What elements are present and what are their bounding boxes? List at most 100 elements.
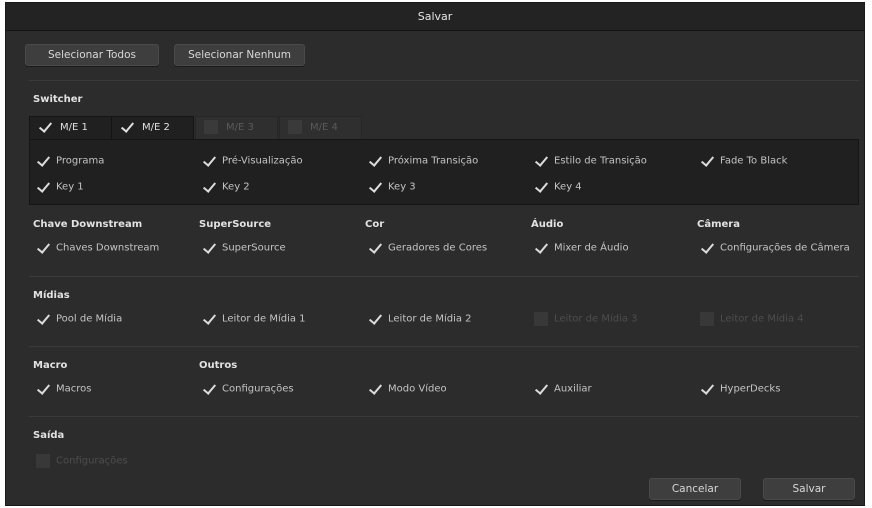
media-title: Mídias — [33, 290, 70, 301]
checkbox-label: Pool de Mídia — [56, 313, 123, 325]
empty-checkbox-icon — [700, 312, 714, 326]
color-title: Cor — [365, 219, 385, 230]
checkbox-media-player-4: Leitor de Mídia 4 — [700, 312, 804, 326]
divider — [29, 276, 859, 277]
checkbox-label: SuperSource — [222, 242, 286, 254]
checkbox-label: Leitor de Mídia 3 — [554, 313, 638, 325]
checkbox-audio-mixer[interactable]: Mixer de Áudio — [534, 241, 629, 255]
checkmark-icon — [202, 312, 216, 326]
checkbox-label: Key 3 — [388, 181, 416, 193]
divider — [29, 346, 859, 347]
checkbox-color-generators[interactable]: Geradores de Cores — [368, 241, 487, 255]
checkbox-video-mode[interactable]: Modo Vídeo — [368, 382, 447, 396]
checkmark-icon — [700, 241, 714, 255]
output-title: Saída — [33, 430, 65, 441]
tab-me3[interactable]: M/E 3 — [195, 116, 278, 139]
select-all-button[interactable]: Selecionar Todos — [25, 44, 159, 66]
checkbox-label: Leitor de Mídia 1 — [222, 313, 306, 325]
checkbox-key-3[interactable]: Key 3 — [368, 180, 416, 194]
checkmark-icon — [202, 180, 216, 194]
checkbox-label: Mixer de Áudio — [554, 242, 629, 254]
checkbox-media-pool[interactable]: Pool de Mídia — [36, 312, 122, 326]
checkbox-label: Configurações de Câmera — [720, 242, 850, 254]
checkmark-icon — [534, 241, 548, 255]
checkbox-label: Key 4 — [554, 181, 582, 193]
checkbox-proxima-transicao[interactable]: Próxima Transição — [368, 154, 478, 168]
checkbox-label: Modo Vídeo — [388, 383, 447, 395]
checkbox-label: Estilo de Transição — [554, 155, 647, 167]
checkbox-media-player-3: Leitor de Mídia 3 — [534, 312, 638, 326]
checkbox-auxiliary[interactable]: Auxiliar — [534, 382, 592, 396]
checkbox-label: Programa — [56, 155, 105, 167]
audio-title: Áudio — [531, 219, 564, 230]
empty-checkbox-icon — [36, 454, 50, 468]
switcher-panel — [29, 139, 859, 205]
select-none-button[interactable]: Selecionar Nenhum — [174, 44, 305, 66]
tab-label: M/E 4 — [310, 122, 338, 133]
save-dialog: Salvar Selecionar Todos Selecionar Nenhu… — [5, 2, 865, 506]
tab-label: M/E 1 — [60, 122, 88, 133]
checkmark-icon — [368, 312, 382, 326]
tab-label: M/E 3 — [226, 122, 254, 133]
checkmark-icon — [368, 241, 382, 255]
checkbox-label: Fade To Black — [720, 155, 788, 167]
checkmark-icon — [700, 382, 714, 396]
empty-checkbox-icon — [534, 312, 548, 326]
dialog-title: Salvar — [6, 3, 864, 31]
checkbox-macros[interactable]: Macros — [36, 382, 91, 396]
checkbox-label: Pré-Visualização — [222, 155, 303, 167]
checkbox-label: Configurações — [56, 455, 128, 467]
checkbox-label: Configurações — [222, 383, 294, 395]
checkbox-label: Chaves Downstream — [56, 242, 160, 254]
checkmark-icon — [36, 241, 50, 255]
checkmark-icon — [700, 154, 714, 168]
checkbox-label: HyperDecks — [720, 383, 781, 395]
checkbox-output-settings: Configurações — [36, 454, 128, 468]
switcher-title: Switcher — [33, 94, 83, 105]
camera-title: Câmera — [697, 219, 740, 230]
downstream-key-title: Chave Downstream — [33, 219, 143, 230]
checkbox-downstream-keys[interactable]: Chaves Downstream — [36, 241, 159, 255]
checkmark-icon — [36, 382, 50, 396]
checkbox-media-player-2[interactable]: Leitor de Mídia 2 — [368, 312, 472, 326]
checkmark-icon — [534, 382, 548, 396]
checkbox-label: Auxiliar — [554, 383, 592, 395]
others-title: Outros — [199, 360, 238, 371]
tab-me4[interactable]: M/E 4 — [279, 116, 362, 139]
checkbox-hyperdecks[interactable]: HyperDecks — [700, 382, 780, 396]
checkmark-icon — [36, 312, 50, 326]
checkbox-key-4[interactable]: Key 4 — [534, 180, 582, 194]
checkbox-fade-to-black[interactable]: Fade To Black — [700, 154, 787, 168]
checkmark-icon — [202, 241, 216, 255]
cancel-button[interactable]: Cancelar — [649, 478, 741, 500]
checkbox-label: Key 2 — [222, 181, 250, 193]
tab-me2[interactable]: M/E 2 — [111, 116, 194, 139]
checkbox-media-player-1[interactable]: Leitor de Mídia 1 — [202, 312, 306, 326]
checkbox-label: Macros — [56, 383, 92, 395]
checkbox-label: Geradores de Cores — [388, 242, 488, 254]
checkmark-icon — [36, 154, 50, 168]
checkmark-icon — [534, 180, 548, 194]
checkbox-programa[interactable]: Programa — [36, 154, 104, 168]
tab-me1[interactable]: M/E 1 — [29, 116, 112, 139]
checkmark-icon — [202, 154, 216, 168]
checkbox-supersource[interactable]: SuperSource — [202, 241, 286, 255]
checkmark-icon — [202, 382, 216, 396]
tab-label: M/E 2 — [142, 122, 170, 133]
checkbox-label: Leitor de Mídia 2 — [388, 313, 472, 325]
checkbox-key-1[interactable]: Key 1 — [36, 180, 84, 194]
checkbox-key-2[interactable]: Key 2 — [202, 180, 250, 194]
empty-checkbox-icon — [204, 120, 218, 134]
checkbox-pre-visualizacao[interactable]: Pré-Visualização — [202, 154, 303, 168]
checkbox-settings[interactable]: Configurações — [202, 382, 294, 396]
checkmark-icon — [534, 154, 548, 168]
empty-checkbox-icon — [288, 120, 302, 134]
checkbox-camera-settings[interactable]: Configurações de Câmera — [700, 241, 850, 255]
checkbox-label: Key 1 — [56, 181, 84, 193]
supersource-title: SuperSource — [199, 219, 272, 230]
checkmark-icon — [368, 154, 382, 168]
checkmark-icon — [368, 382, 382, 396]
save-button[interactable]: Salvar — [763, 478, 855, 500]
checkmark-icon — [120, 120, 134, 134]
checkbox-estilo-transicao[interactable]: Estilo de Transição — [534, 154, 647, 168]
